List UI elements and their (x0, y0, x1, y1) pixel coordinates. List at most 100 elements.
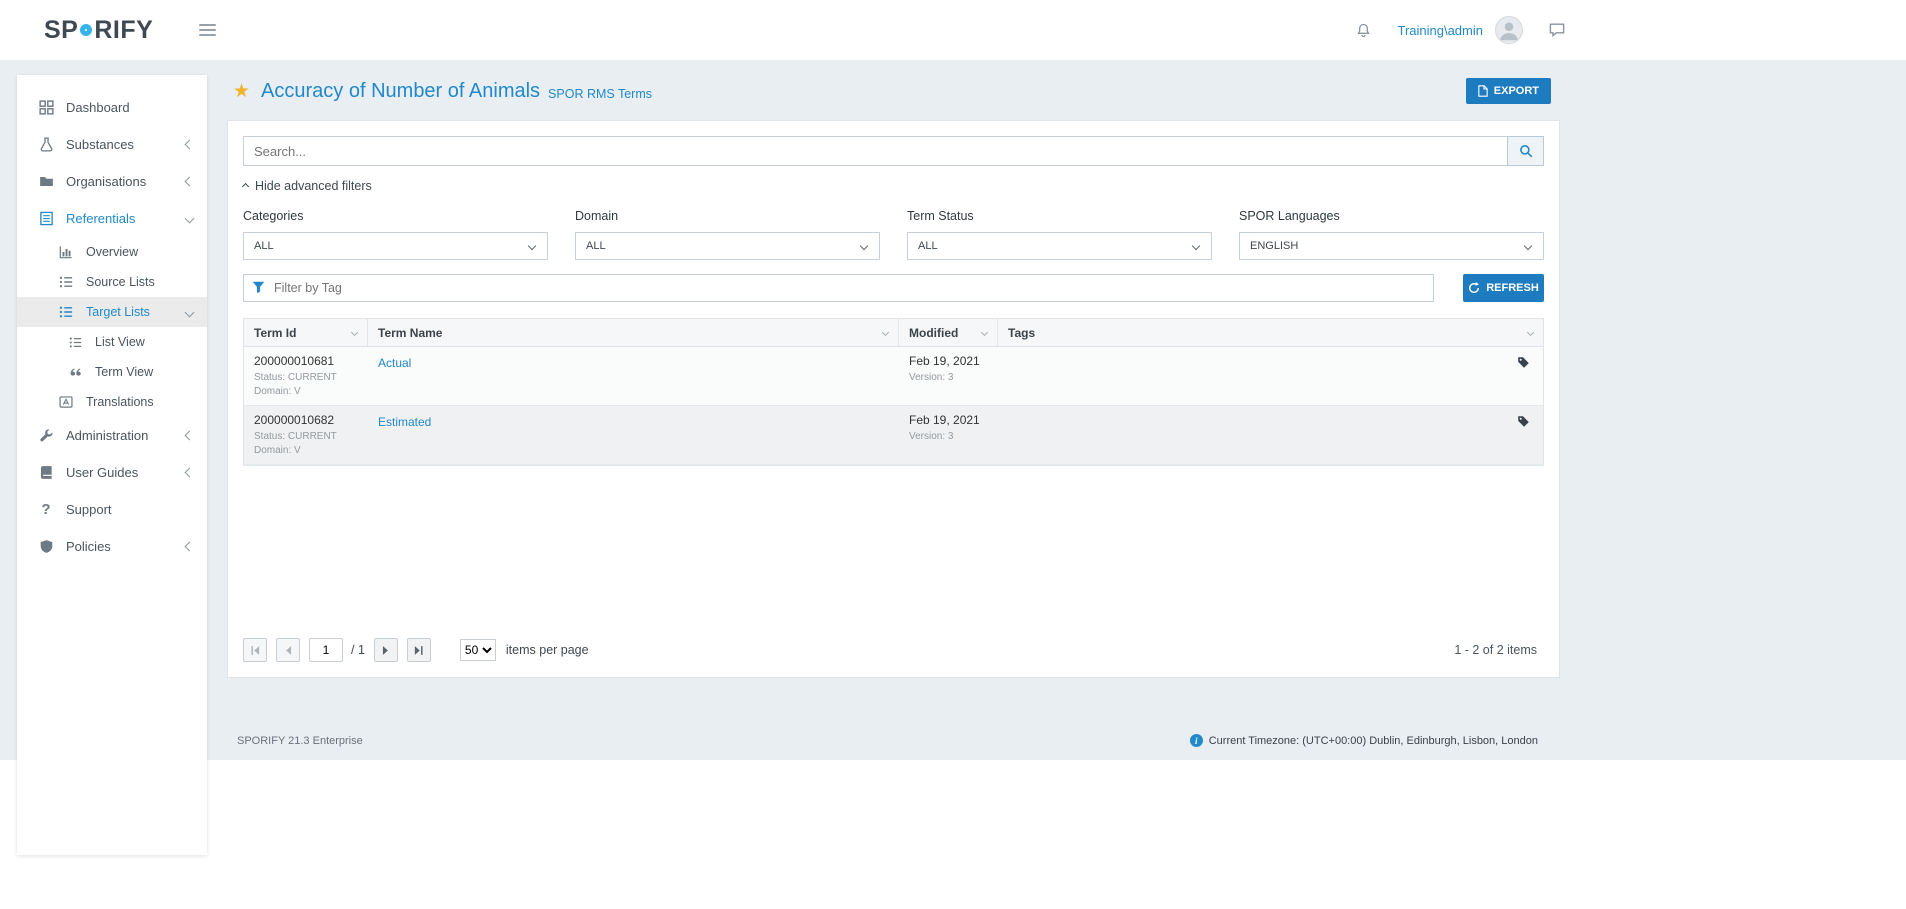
top-header: SP RIFY Training\admin (0, 0, 1906, 60)
term-name-link[interactable]: Actual (378, 356, 411, 370)
app-logo: SP RIFY (44, 16, 153, 45)
page-number-input[interactable] (309, 638, 343, 662)
term-name-cell: Estimated (368, 406, 899, 464)
user-menu[interactable]: Training\admin (1397, 23, 1483, 38)
sidebar-label: User Guides (66, 465, 138, 480)
chevron-left-icon (185, 542, 195, 552)
spor-languages-label: SPOR Languages (1239, 209, 1544, 223)
terms-table: Term Id Term Name Modified Tags (243, 318, 1544, 466)
domain-label: Domain (575, 209, 880, 223)
column-header-tags[interactable]: Tags (998, 319, 1543, 346)
last-page-button[interactable] (407, 638, 431, 662)
export-button[interactable]: EXPORT (1466, 78, 1551, 104)
favorite-star-icon[interactable]: ★ (233, 82, 250, 101)
sidebar-item-user-guides[interactable]: User Guides (17, 454, 207, 491)
sidebar-label: Organisations (66, 174, 146, 189)
page-count-label: / 1 (351, 643, 365, 657)
spor-languages-value: ENGLISH (1250, 240, 1298, 252)
page-footer: SPORIFY 21.3 Enterprise i Current Timezo… (227, 734, 1560, 747)
tag-filter-row: REFRESH (243, 274, 1544, 302)
question-mark-icon: ? (38, 502, 54, 518)
menu-toggle-button[interactable] (195, 20, 220, 40)
sidebar-label: List View (95, 335, 145, 349)
hide-advanced-filters-label: Hide advanced filters (255, 179, 372, 193)
tags-cell (998, 347, 1543, 405)
refresh-button-label: REFRESH (1486, 282, 1539, 294)
list-icon (58, 274, 74, 290)
spor-languages-dropdown[interactable]: ENGLISH (1239, 232, 1544, 260)
timezone-label: Current Timezone: (UTC+00:00) Dublin, Ed… (1209, 735, 1538, 747)
sidebar-item-term-view[interactable]: Term View (17, 357, 207, 387)
sidebar-item-dashboard[interactable]: Dashboard (17, 89, 207, 126)
hide-advanced-filters-link[interactable]: Hide advanced filters (243, 179, 372, 193)
refresh-button[interactable]: REFRESH (1463, 274, 1544, 302)
term-version: Version: 3 (909, 371, 988, 385)
page-size-select[interactable]: 50 (460, 639, 496, 661)
advanced-filters: Categories ALL Domain ALL Term Status (243, 209, 1544, 260)
sidebar-label: Referentials (66, 211, 135, 226)
sidebar-label: Substances (66, 137, 134, 152)
sidebar-item-administration[interactable]: Administration (17, 417, 207, 454)
table-row[interactable]: 200000010681 Status: CURRENT Domain: V A… (244, 347, 1543, 406)
categories-dropdown[interactable]: ALL (243, 232, 548, 260)
term-status-dropdown[interactable]: ALL (907, 232, 1212, 260)
chevron-down-icon (528, 242, 536, 250)
modified-date: Feb 19, 2021 (909, 413, 988, 427)
sidebar-label: Policies (66, 539, 111, 554)
term-id-cell: 200000010681 Status: CURRENT Domain: V (244, 347, 368, 405)
column-header-term-id[interactable]: Term Id (244, 319, 368, 346)
logo-text-post: RIFY (94, 16, 153, 45)
sidebar-item-substances[interactable]: Substances (17, 126, 207, 163)
sidebar-item-policies[interactable]: Policies (17, 528, 207, 565)
prev-page-button[interactable] (276, 638, 300, 662)
avatar[interactable] (1495, 16, 1523, 44)
sidebar-label: Overview (86, 245, 138, 259)
search-button[interactable] (1507, 136, 1544, 166)
dashboard-grid-icon (38, 100, 54, 116)
sidebar-item-list-view[interactable]: List View (17, 327, 207, 357)
sidebar-item-translations[interactable]: Translations (17, 387, 207, 417)
table-header-row: Term Id Term Name Modified Tags (244, 319, 1543, 347)
column-header-term-name[interactable]: Term Name (368, 319, 899, 346)
modified-cell: Feb 19, 2021 Version: 3 (899, 406, 998, 464)
term-name-link[interactable]: Estimated (378, 415, 431, 429)
sidebar-label: Support (66, 502, 112, 517)
sidebar-item-support[interactable]: ? Support (17, 491, 207, 528)
tag-icon[interactable] (1517, 356, 1530, 374)
term-domain: Domain: V (254, 385, 358, 399)
column-header-modified[interactable]: Modified (899, 319, 998, 346)
chevron-down-icon (1527, 329, 1534, 336)
table-row[interactable]: 200000010682 Status: CURRENT Domain: V E… (244, 406, 1543, 465)
info-icon: i (1190, 734, 1203, 747)
sidebar-label: Translations (86, 395, 154, 409)
sidebar-label: Dashboard (66, 100, 130, 115)
filter-by-tag-input[interactable] (243, 274, 1434, 302)
sidebar-item-referentials[interactable]: Referentials (17, 200, 207, 237)
notifications-bell-icon[interactable] (1356, 23, 1371, 38)
chat-icon[interactable] (1549, 22, 1565, 38)
items-range-label: 1 - 2 of 2 items (1454, 643, 1537, 657)
shield-icon (38, 539, 54, 555)
export-button-label: EXPORT (1494, 85, 1539, 97)
items-per-page-label: items per page (506, 643, 589, 657)
domain-dropdown[interactable]: ALL (575, 232, 880, 260)
tag-icon[interactable] (1517, 415, 1530, 433)
folder-icon (38, 174, 54, 190)
term-id: 200000010682 (254, 413, 358, 427)
quote-icon (67, 364, 83, 380)
sidebar-item-source-lists[interactable]: Source Lists (17, 267, 207, 297)
first-page-button[interactable] (243, 638, 267, 662)
sidebar-item-target-lists[interactable]: Target Lists (17, 297, 207, 327)
sidebar-item-overview[interactable]: Overview (17, 237, 207, 267)
term-id: 200000010681 (254, 354, 358, 368)
chevron-left-icon (185, 140, 195, 150)
flask-icon (38, 137, 54, 153)
chevron-down-icon (981, 329, 988, 336)
next-page-button[interactable] (374, 638, 398, 662)
search-input[interactable] (243, 136, 1508, 166)
translate-icon (58, 394, 74, 410)
logo-text-pre: SP (44, 16, 78, 45)
terms-card: Hide advanced filters Categories ALL Dom… (227, 120, 1560, 678)
sidebar-item-organisations[interactable]: Organisations (17, 163, 207, 200)
chevron-down-icon (1524, 242, 1532, 250)
